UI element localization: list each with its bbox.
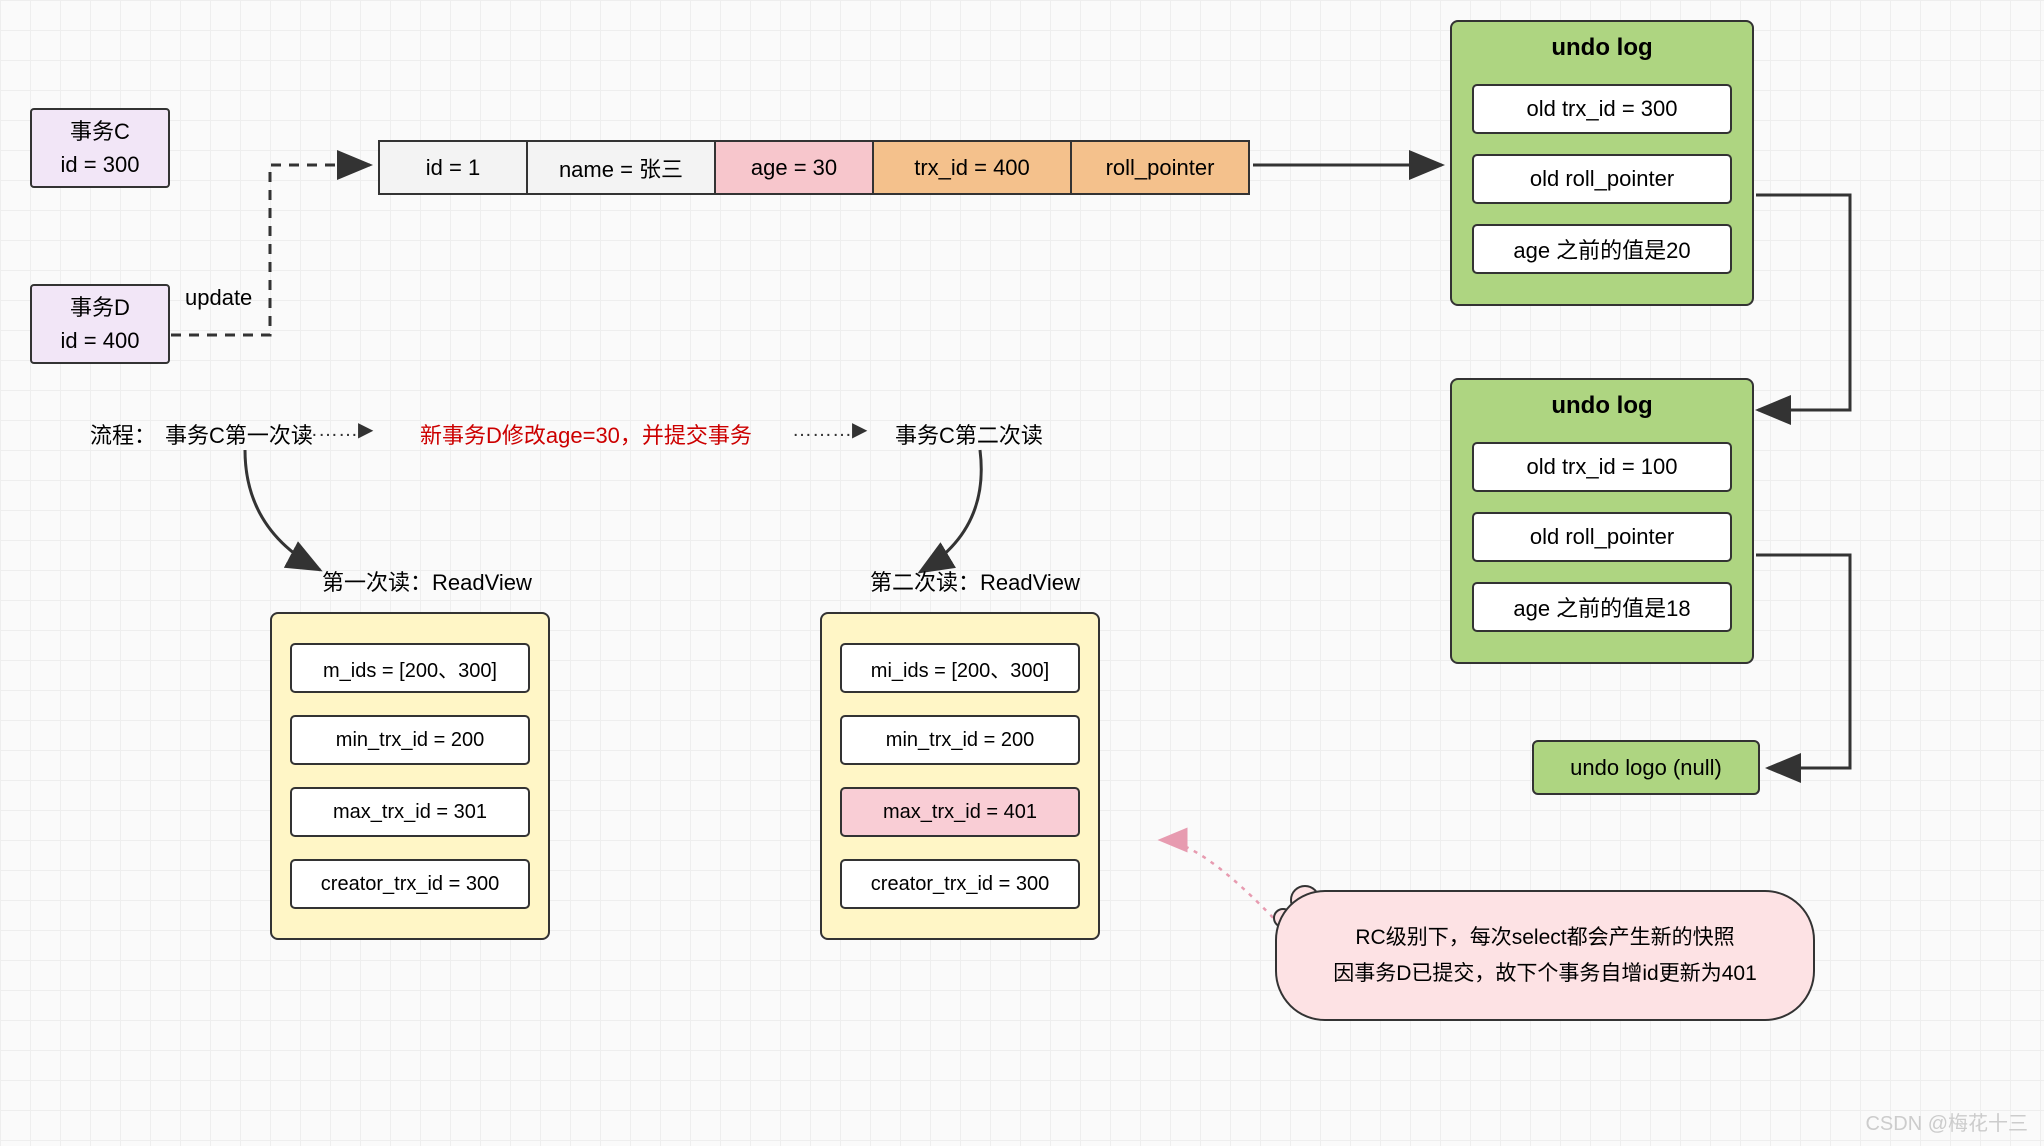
row-trxid-cell: trx_id = 400 <box>872 140 1072 195</box>
flow-step1: 事务C第一次读 <box>165 418 313 450</box>
cloud-line2: 因事务D已提交，故下个事务自增id更新为401 <box>1307 956 1783 992</box>
undo1-age: age 之前的值是20 <box>1472 224 1732 274</box>
undo1-trx: old trx_id = 300 <box>1472 84 1732 134</box>
row-name-cell: name = 张三 <box>526 140 716 195</box>
undo-null-box: undo logo (null) <box>1532 740 1760 795</box>
undo-log-1: undo log old trx_id = 300 old roll_point… <box>1450 20 1754 306</box>
svg-text:………▶: ………▶ <box>792 419 868 441</box>
flow-step3: 事务C第二次读 <box>895 418 1043 450</box>
undo2-trx: old trx_id = 100 <box>1472 442 1732 492</box>
rv1-mids: m_ids = [200、300] <box>290 643 530 693</box>
readview-2: mi_ids = [200、300] min_trx_id = 200 max_… <box>820 612 1100 940</box>
rv1-title: 第一次读：ReadView <box>322 565 532 597</box>
rv1-creator: creator_trx_id = 300 <box>290 859 530 909</box>
readview-1: m_ids = [200、300] min_trx_id = 200 max_t… <box>270 612 550 940</box>
undo2-rollpointer: old roll_pointer <box>1472 512 1732 562</box>
update-label: update <box>185 285 252 311</box>
transaction-d-box: 事务D id = 400 <box>30 284 170 364</box>
transaction-c-box: 事务C id = 300 <box>30 108 170 188</box>
tx-c-id: id = 300 <box>61 148 140 181</box>
tx-d-id: id = 400 <box>61 324 140 357</box>
tx-c-name: 事务C <box>61 115 140 148</box>
row-id-cell: id = 1 <box>378 140 528 195</box>
undo1-rollpointer: old roll_pointer <box>1472 154 1732 204</box>
cloud-line1: RC级别下，每次select都会产生新的快照 <box>1307 920 1783 956</box>
rv1-min: min_trx_id = 200 <box>290 715 530 765</box>
row-rollpointer-cell: roll_pointer <box>1070 140 1250 195</box>
undo2-title: undo log <box>1551 392 1652 420</box>
rv2-min: min_trx_id = 200 <box>840 715 1080 765</box>
rv2-mids: mi_ids = [200、300] <box>840 643 1080 693</box>
watermark: CSDN @梅花十三 <box>1865 1107 2028 1136</box>
rv1-max: max_trx_id = 301 <box>290 787 530 837</box>
rv2-creator: creator_trx_id = 300 <box>840 859 1080 909</box>
tx-d-name: 事务D <box>61 291 140 324</box>
rv2-title: 第二次读：ReadView <box>870 565 1080 597</box>
undo2-age: age 之前的值是18 <box>1472 582 1732 632</box>
undo1-title: undo log <box>1551 34 1652 62</box>
undo-log-2: undo log old trx_id = 100 old roll_point… <box>1450 378 1754 664</box>
cloud-note: RC级别下，每次select都会产生新的快照 因事务D已提交，故下个事务自增id… <box>1275 890 1815 1021</box>
flow-step2: 新事务D修改age=30，并提交事务 <box>420 418 752 450</box>
flow-prefix: 流程： <box>90 418 156 450</box>
rv2-max: max_trx_id = 401 <box>840 787 1080 837</box>
row-age-cell: age = 30 <box>714 140 874 195</box>
